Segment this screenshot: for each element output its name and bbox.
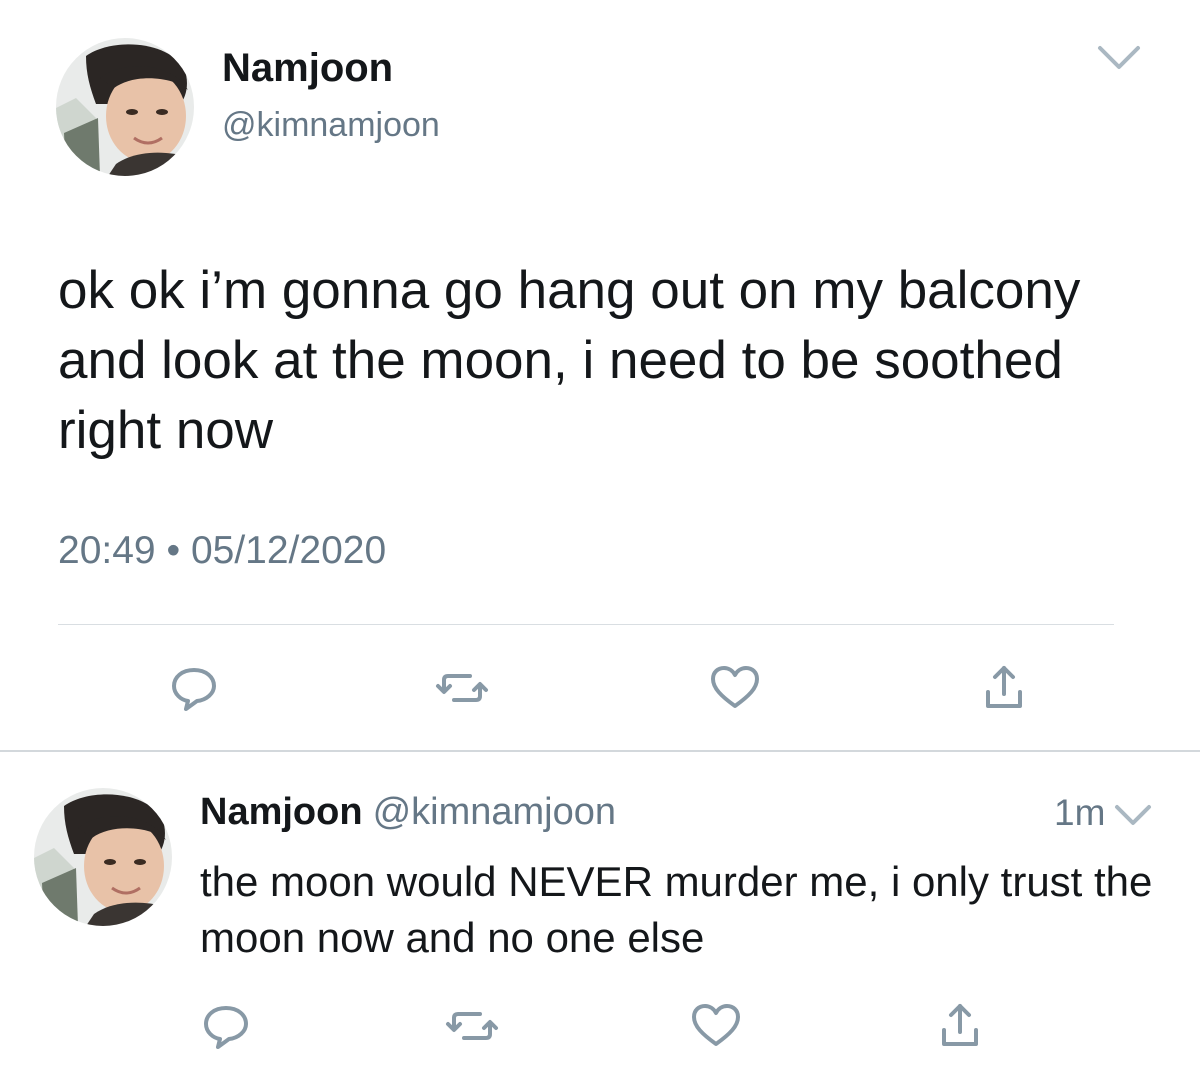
meta-separator: • [166, 529, 181, 572]
tweet-text: ok ok i’m gonna go hang out on my balcon… [58, 261, 1081, 460]
reply-icon [172, 668, 216, 711]
share-icon [942, 1004, 978, 1046]
like-button[interactable] [684, 994, 748, 1058]
retweet-icon [446, 1012, 498, 1040]
divider [58, 624, 1114, 625]
like-button[interactable] [703, 656, 767, 720]
divider [0, 750, 1200, 752]
tweet-timestamp[interactable]: 20:49 • 05/12/2020 [58, 526, 386, 576]
avatar-photo [34, 788, 172, 926]
retweet-icon [436, 674, 488, 702]
like-icon [692, 1004, 740, 1046]
avatar[interactable] [34, 788, 172, 926]
display-name[interactable]: Namjoon [200, 791, 363, 833]
tweet-time: 20:49 [58, 529, 156, 572]
chevron-down-icon[interactable] [1112, 800, 1154, 830]
avatar-photo [56, 38, 194, 176]
display-name[interactable]: Namjoon [222, 44, 393, 92]
share-button[interactable] [972, 656, 1036, 720]
tweet-date: 05/12/2020 [190, 529, 387, 572]
share-button[interactable] [928, 994, 992, 1058]
reply-header: Namjoon @kimnamjoon [200, 788, 616, 836]
retweet-button[interactable] [440, 994, 504, 1058]
like-icon [711, 666, 759, 708]
avatar[interactable] [56, 38, 194, 176]
reply-icon [204, 1006, 248, 1049]
chevron-down-icon[interactable] [1094, 40, 1144, 76]
share-icon [986, 666, 1022, 708]
reply-button[interactable] [194, 994, 258, 1058]
reply-button[interactable] [162, 656, 226, 720]
retweet-button[interactable] [430, 656, 494, 720]
tweet-text: the moon would NEVER murder me, i only t… [200, 858, 1153, 961]
handle[interactable]: @kimnamjoon [373, 791, 616, 833]
handle[interactable]: @kimnamjoon [222, 104, 440, 146]
relative-time[interactable]: 1m [1054, 790, 1105, 836]
